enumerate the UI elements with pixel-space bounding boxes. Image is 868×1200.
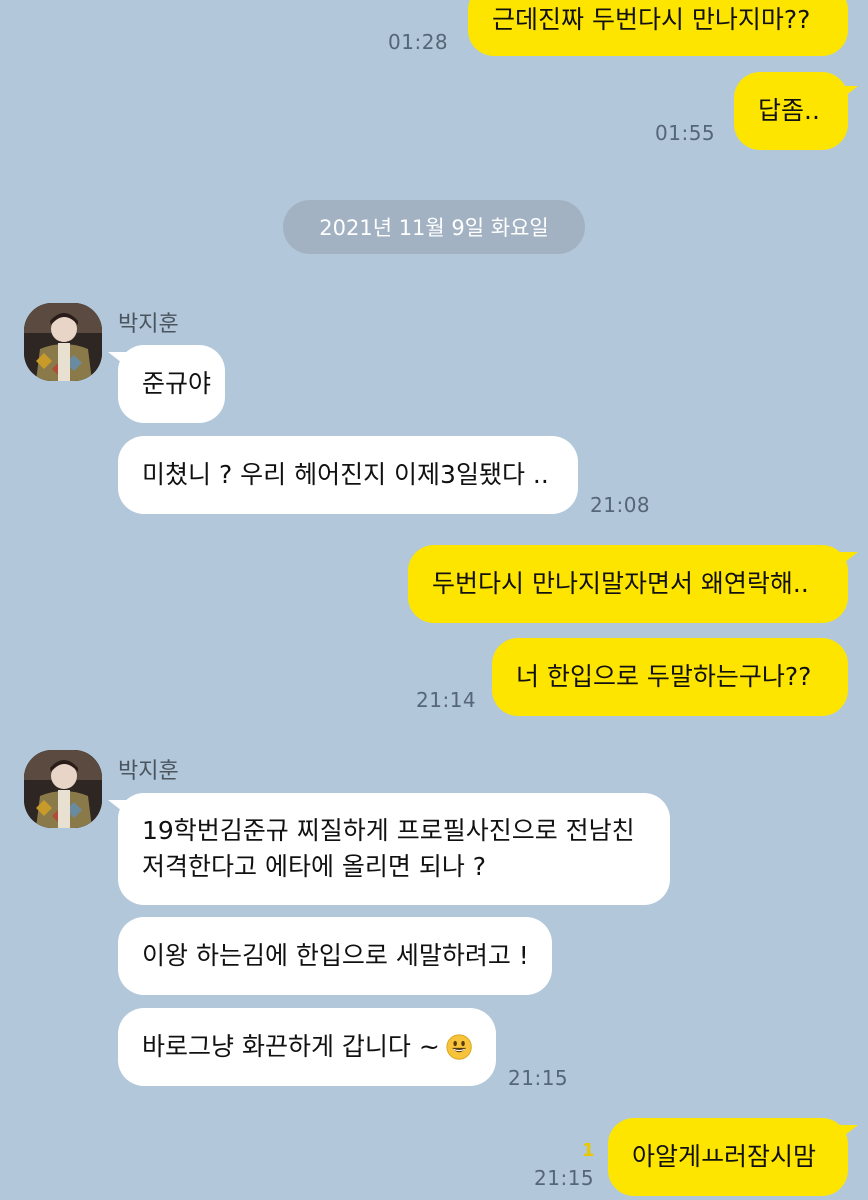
message-text: 답좀.. bbox=[758, 96, 820, 125]
bubble-tail bbox=[108, 800, 126, 814]
profile-photo-icon bbox=[24, 750, 102, 828]
my-message-bubble[interactable]: 아알게ㅛ러잠시맘 bbox=[608, 1118, 848, 1196]
message-time: 21:14 bbox=[416, 688, 477, 712]
my-message-bubble[interactable]: 두번다시 만나지말자면서 왜연락해.. bbox=[408, 545, 848, 623]
message-time: 21:15 bbox=[508, 1066, 569, 1090]
message-time: 01:28 bbox=[388, 30, 449, 54]
their-message-bubble[interactable]: 준규야 bbox=[118, 345, 225, 423]
avatar[interactable] bbox=[24, 750, 102, 828]
message-text: 이왕 하는김에 한입으로 세말하려고 ! bbox=[142, 941, 529, 970]
my-message-bubble[interactable]: 너 한입으로 두말하는구나?? bbox=[492, 638, 848, 716]
message-text: 준규야 bbox=[142, 369, 212, 398]
profile-photo-icon bbox=[24, 303, 102, 381]
sender-name: 박지훈 bbox=[118, 759, 179, 784]
bubble-tail bbox=[108, 352, 126, 366]
my-message-bubble[interactable]: 답좀.. bbox=[734, 72, 848, 150]
message-text: 너 한입으로 두말하는구나?? bbox=[516, 662, 812, 691]
avatar[interactable] bbox=[24, 303, 102, 381]
smiling-face-emoji-icon bbox=[446, 1034, 472, 1060]
my-message-bubble[interactable]: 근데진짜 두번다시 만나지마?? bbox=[468, 0, 848, 56]
their-message-bubble[interactable]: 19학번김준규 찌질하게 프로필사진으로 전남친 저격한다고 에타에 올리면 되… bbox=[118, 793, 670, 905]
message-text: 미쳤니 ? 우리 헤어진지 이제3일됐다 .. bbox=[142, 460, 549, 489]
message-text: 바로그냥 화끈하게 갑니다 ~ bbox=[142, 1032, 440, 1061]
unread-count: 1 bbox=[582, 1140, 595, 1161]
message-text: 두번다시 만나지말자면서 왜연락해.. bbox=[432, 569, 809, 598]
their-message-bubble[interactable]: 이왕 하는김에 한입으로 세말하려고 ! bbox=[118, 917, 552, 995]
bubble-tail bbox=[840, 552, 858, 566]
message-time: 21:15 bbox=[534, 1166, 595, 1190]
their-message-bubble[interactable]: 미쳤니 ? 우리 헤어진지 이제3일됐다 .. bbox=[118, 436, 578, 514]
message-time: 01:55 bbox=[655, 121, 716, 145]
bubble-tail bbox=[840, 1125, 858, 1139]
their-message-bubble[interactable]: 바로그냥 화끈하게 갑니다 ~ bbox=[118, 1008, 496, 1086]
message-text: 아알게ㅛ러잠시맘 bbox=[632, 1142, 817, 1171]
sender-name: 박지훈 bbox=[118, 312, 179, 337]
message-text-line-2: 저격한다고 에타에 올리면 되나 ? bbox=[142, 852, 487, 881]
bubble-tail bbox=[840, 86, 858, 100]
message-text-line-1: 19학번김준규 찌질하게 프로필사진으로 전남친 bbox=[142, 816, 635, 845]
date-divider: 2021년 11월 9일 화요일 bbox=[283, 200, 585, 254]
message-text: 근데진짜 두번다시 만나지마?? bbox=[492, 5, 811, 34]
message-time: 21:08 bbox=[590, 493, 651, 517]
